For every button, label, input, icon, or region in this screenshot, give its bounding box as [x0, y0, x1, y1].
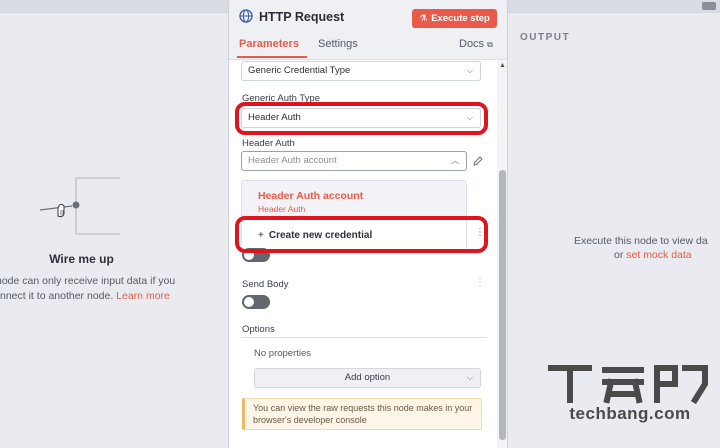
credential-type-value: Generic Credential Type — [248, 65, 351, 76]
chevron-up-icon: ︿ — [451, 156, 459, 165]
options-label: Options — [242, 324, 275, 335]
more-options-icon[interactable]: ⋮ — [475, 277, 485, 288]
dropdown-item-subtitle: Header Auth — [258, 204, 306, 214]
output-desc-line1: Execute this node to view da — [574, 235, 708, 247]
output-description: Execute this node to view da or set mock… — [574, 234, 720, 262]
execute-step-label: Execute step — [431, 13, 490, 24]
wire-desc-line2-text: nnect it to another node. — [0, 290, 114, 302]
execute-step-button[interactable]: ⚗ Execute step — [412, 9, 497, 28]
docs-link[interactable]: Docs ⧉ — [459, 38, 493, 50]
developer-console-notice: You can view the raw requests this node … — [242, 398, 482, 430]
window-handle-icon[interactable] — [702, 2, 716, 10]
wire-desc-line2: nnect it to another node. Learn more — [0, 290, 170, 302]
wire-me-up-description: node can only receive input data if you … — [0, 274, 220, 304]
dropdown-item-header-auth-account[interactable]: Header Auth account — [258, 190, 363, 202]
wire-desc-line1: node can only receive input data if you — [0, 275, 176, 287]
scrollbar-thumb[interactable] — [499, 170, 506, 440]
header-auth-select[interactable]: Header Auth account ︿ — [241, 151, 467, 171]
output-desc-or: or — [614, 249, 624, 261]
panel-header: HTTP Request ⚗ Execute step Parameters Se… — [229, 0, 507, 60]
output-title: OUTPUT — [520, 32, 571, 43]
globe-icon — [239, 9, 253, 23]
options-divider — [241, 337, 487, 338]
external-link-icon: ⧉ — [487, 40, 493, 49]
header-auth-placeholder: Header Auth account — [248, 155, 337, 166]
wire-connector-icon — [39, 177, 120, 235]
scroll-up-arrow-icon[interactable]: ▲ — [499, 62, 506, 69]
send-body-toggle[interactable] — [242, 295, 270, 309]
learn-more-link[interactable]: Learn more — [116, 290, 170, 302]
set-mock-data-link[interactable]: set mock data — [626, 249, 691, 261]
highlight-create-new-credential — [235, 216, 488, 253]
wire-me-up-title: Wire me up — [49, 252, 114, 266]
flask-icon: ⚗ — [419, 13, 428, 23]
tab-settings[interactable]: Settings — [318, 38, 358, 50]
add-option-label: Add option — [344, 372, 391, 383]
header-auth-label: Header Auth — [242, 138, 295, 149]
active-tab-indicator — [237, 56, 307, 58]
output-desc-line2: or set mock data — [574, 248, 720, 262]
tab-parameters[interactable]: Parameters — [239, 38, 299, 50]
docs-label: Docs — [459, 38, 485, 50]
send-body-label: Send Body — [242, 279, 289, 290]
add-option-select[interactable]: Add option ⌵ — [254, 368, 481, 388]
credential-type-select[interactable]: Generic Credential Type ⌵ — [241, 61, 481, 81]
panel-title: HTTP Request — [259, 10, 345, 24]
no-properties-text: No properties — [254, 348, 312, 359]
techbang-logo-icon — [548, 365, 708, 405]
pencil-icon[interactable] — [472, 155, 484, 167]
chevron-down-icon: ⌵ — [466, 373, 473, 382]
watermark-text: techbang.com — [569, 404, 691, 423]
chevron-down-icon: ⌵ — [466, 66, 473, 75]
highlight-generic-auth-type — [235, 102, 488, 135]
